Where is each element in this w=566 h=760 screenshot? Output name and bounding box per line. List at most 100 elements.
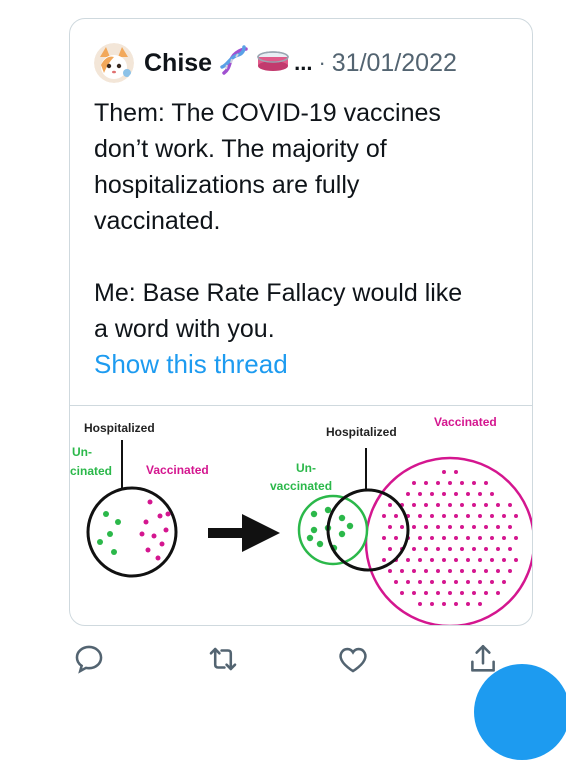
tweet-text-line: don’t work. The majority of	[94, 135, 387, 163]
dot	[496, 503, 500, 507]
avatar[interactable]	[94, 43, 134, 83]
dot	[514, 514, 518, 518]
dot	[436, 503, 440, 507]
petri-dish-emoji	[256, 47, 290, 80]
dot	[448, 481, 452, 485]
dot	[430, 580, 434, 584]
dot	[508, 569, 512, 573]
tweet-date[interactable]: 31/01/2022	[332, 49, 457, 78]
dot	[454, 536, 458, 540]
dot	[394, 536, 398, 540]
tweet-text: Them: The COVID-19 vaccines don’t work. …	[94, 95, 514, 347]
dot	[466, 536, 470, 540]
dot	[424, 591, 428, 595]
dot	[460, 481, 464, 485]
dot	[454, 602, 458, 606]
dot	[496, 591, 500, 595]
compose-button[interactable]	[474, 664, 566, 760]
dot	[448, 503, 452, 507]
dot	[484, 547, 488, 551]
dot	[484, 481, 488, 485]
dot	[115, 519, 121, 525]
dot	[418, 602, 422, 606]
dot	[514, 558, 518, 562]
tweet-card[interactable]: Chise ... · 31/01/2022 Them: The COVID-1…	[69, 18, 533, 626]
left-unvaccinated-label-2: cinated	[70, 464, 112, 478]
dot	[502, 558, 506, 562]
separator-dot: ·	[318, 50, 326, 75]
dot	[502, 580, 506, 584]
dot	[442, 536, 446, 540]
dot	[448, 569, 452, 573]
dot	[442, 558, 446, 562]
dot	[502, 514, 506, 518]
dot	[418, 536, 422, 540]
dot	[490, 558, 494, 562]
dot	[436, 481, 440, 485]
dot	[490, 514, 494, 518]
dot	[478, 536, 482, 540]
right-hospitalized-label: Hospitalized	[326, 425, 397, 439]
dot	[394, 580, 398, 584]
dot	[508, 525, 512, 529]
tweet-text-line: Them: The COVID-19 vaccines	[94, 99, 441, 127]
dot	[382, 514, 386, 518]
dot	[454, 514, 458, 518]
dot	[157, 513, 163, 519]
dot	[338, 514, 346, 522]
dot	[436, 525, 440, 529]
author-name[interactable]: Chise	[144, 49, 212, 78]
dot	[436, 569, 440, 573]
name-ellipsis: ...	[294, 50, 313, 75]
dot	[466, 492, 470, 496]
dot	[388, 569, 392, 573]
dot	[484, 525, 488, 529]
dot	[406, 580, 410, 584]
dot	[508, 503, 512, 507]
dna-emoji	[218, 44, 250, 82]
dot	[430, 536, 434, 540]
like-icon[interactable]	[336, 642, 372, 678]
dot	[460, 525, 464, 529]
right-unvaccinated-circle	[297, 494, 369, 566]
dot	[454, 470, 458, 474]
dot	[382, 536, 386, 540]
dot	[496, 547, 500, 551]
dot	[400, 525, 404, 529]
tweet-text-line: vaccinated.	[94, 207, 221, 235]
dot	[424, 525, 428, 529]
dot	[460, 503, 464, 507]
dot	[454, 558, 458, 562]
tweet-image[interactable]: Hospitalized Un- cinated Vaccinated Hosp…	[70, 405, 532, 625]
right-unvaccinated-label-1: Un-	[296, 461, 316, 475]
retweet-icon[interactable]	[206, 642, 242, 678]
show-thread-link[interactable]: Show this thread	[94, 349, 288, 380]
left-unvaccinated-label-1: Un-	[72, 445, 92, 459]
dot	[412, 525, 416, 529]
dot	[111, 549, 117, 555]
dot	[382, 558, 386, 562]
dot	[418, 492, 422, 496]
left-hospitalized-circle	[86, 486, 178, 578]
reply-icon[interactable]	[72, 642, 108, 678]
dot	[430, 602, 434, 606]
tweet-text-line: hospitalizations are fully	[94, 171, 360, 199]
dot	[442, 514, 446, 518]
dot	[310, 526, 318, 534]
dot	[418, 514, 422, 518]
dot	[424, 569, 428, 573]
dot	[388, 547, 392, 551]
dot	[478, 558, 482, 562]
dot	[478, 602, 482, 606]
dot	[406, 558, 410, 562]
dot	[424, 481, 428, 485]
dot	[490, 580, 494, 584]
dot	[466, 558, 470, 562]
dot	[472, 547, 476, 551]
dot	[472, 525, 476, 529]
dot	[478, 492, 482, 496]
dot	[490, 492, 494, 496]
dot	[306, 534, 314, 542]
dot	[442, 492, 446, 496]
dot	[400, 569, 404, 573]
